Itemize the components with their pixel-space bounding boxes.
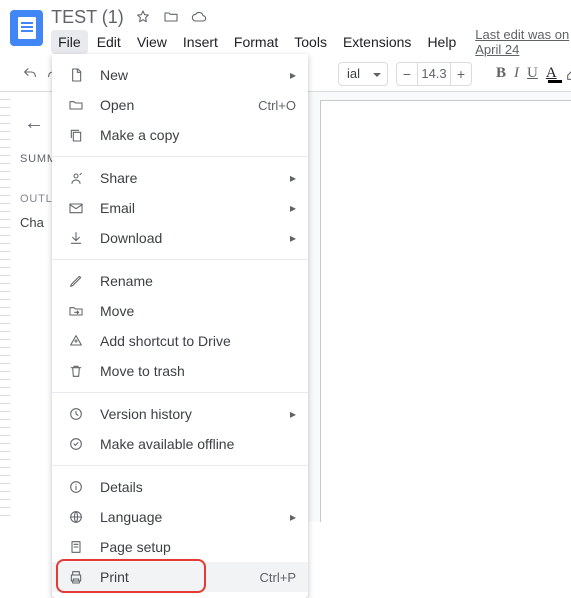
menu-bar: File Edit View Insert Format Tools Exten… <box>51 30 571 54</box>
font-size-decrease[interactable]: − <box>397 66 417 82</box>
submenu-arrow-icon: ▸ <box>290 171 296 185</box>
print-icon <box>66 567 86 587</box>
menu-label: Move to trash <box>100 363 296 379</box>
menu-label: Download <box>100 230 282 246</box>
menu-file[interactable]: File <box>51 30 88 54</box>
menu-view[interactable]: View <box>130 30 174 54</box>
drive-shortcut-icon <box>66 331 86 351</box>
summary-heading: SUMMARY <box>0 153 60 165</box>
menu-label: Make a copy <box>100 127 296 143</box>
globe-icon <box>66 507 86 527</box>
menu-item-offline[interactable]: Make available offline <box>52 429 308 459</box>
menu-label: Details <box>100 479 296 495</box>
docs-logo[interactable] <box>10 10 43 46</box>
undo-button[interactable] <box>22 62 38 86</box>
share-icon <box>66 168 86 188</box>
font-size-value[interactable]: 14.3 <box>417 63 451 85</box>
menu-item-rename[interactable]: Rename <box>52 266 308 296</box>
underline-button[interactable]: U <box>527 65 538 82</box>
menu-item-version-history[interactable]: Version history ▸ <box>52 399 308 429</box>
folder-open-icon <box>66 95 86 115</box>
menu-label: Share <box>100 170 282 186</box>
outline-panel: ← SUMMARY OUTLINE Cha <box>0 92 60 230</box>
menu-label: Language <box>100 509 282 525</box>
bold-button[interactable]: B <box>496 65 506 82</box>
submenu-arrow-icon: ▸ <box>290 231 296 245</box>
document-icon <box>66 65 86 85</box>
page-setup-icon <box>66 537 86 557</box>
menu-tools[interactable]: Tools <box>287 30 334 54</box>
font-size-control: − 14.3 + <box>396 62 472 86</box>
folder-move-icon <box>66 301 86 321</box>
outline-heading: OUTLINE <box>0 193 60 205</box>
menu-item-make-copy[interactable]: Make a copy <box>52 120 308 150</box>
menu-item-print[interactable]: Print Ctrl+P <box>52 562 308 592</box>
submenu-arrow-icon: ▸ <box>290 68 296 82</box>
menu-item-open[interactable]: Open Ctrl+O <box>52 90 308 120</box>
copy-icon <box>66 125 86 145</box>
menu-extensions[interactable]: Extensions <box>336 30 418 54</box>
download-icon <box>66 228 86 248</box>
menu-label: New <box>100 67 282 83</box>
move-folder-icon[interactable] <box>162 8 180 26</box>
menu-label: Open <box>100 97 258 113</box>
history-icon <box>66 404 86 424</box>
submenu-arrow-icon: ▸ <box>290 201 296 215</box>
menu-label: Email <box>100 200 282 216</box>
font-size-increase[interactable]: + <box>451 66 471 82</box>
menu-item-details[interactable]: Details <box>52 472 308 502</box>
menu-item-email[interactable]: Email ▸ <box>52 193 308 223</box>
pencil-icon <box>66 271 86 291</box>
menu-label: Page setup <box>100 539 296 555</box>
menu-label: Move <box>100 303 296 319</box>
menu-item-download[interactable]: Download ▸ <box>52 223 308 253</box>
highlight-color-button[interactable] <box>565 62 571 86</box>
font-family-select[interactable]: ial <box>338 62 388 86</box>
menu-label: Add shortcut to Drive <box>100 333 296 349</box>
menu-item-add-shortcut[interactable]: Add shortcut to Drive <box>52 326 308 356</box>
italic-button[interactable]: I <box>514 65 519 82</box>
text-color-button[interactable]: A <box>546 65 557 82</box>
trash-icon <box>66 361 86 381</box>
menu-label: Rename <box>100 273 296 289</box>
menu-label: Print <box>100 569 260 585</box>
menu-item-new[interactable]: New ▸ <box>52 60 308 90</box>
offline-icon <box>66 434 86 454</box>
menu-label: Make available offline <box>100 436 296 452</box>
star-icon[interactable] <box>134 8 152 26</box>
file-menu-dropdown: New ▸ Open Ctrl+O Make a copy Share ▸ Em… <box>52 54 308 598</box>
cloud-status-icon[interactable] <box>190 8 208 26</box>
menu-item-page-setup[interactable]: Page setup <box>52 532 308 562</box>
menu-help[interactable]: Help <box>420 30 463 54</box>
menu-item-language[interactable]: Language ▸ <box>52 502 308 532</box>
submenu-arrow-icon: ▸ <box>290 407 296 421</box>
menu-format[interactable]: Format <box>227 30 285 54</box>
shortcut-label: Ctrl+O <box>258 98 296 113</box>
last-edit-link[interactable]: Last edit was on April 24 <box>475 27 571 57</box>
menu-item-move-to-trash[interactable]: Move to trash <box>52 356 308 386</box>
shortcut-label: Ctrl+P <box>260 570 296 585</box>
menu-edit[interactable]: Edit <box>90 30 128 54</box>
menu-insert[interactable]: Insert <box>176 30 225 54</box>
menu-label: Version history <box>100 406 282 422</box>
outline-item[interactable]: Cha <box>0 215 60 230</box>
menu-item-share[interactable]: Share ▸ <box>52 163 308 193</box>
info-icon <box>66 477 86 497</box>
email-icon <box>66 198 86 218</box>
collapse-outline-icon[interactable]: ← <box>0 92 60 153</box>
document-page[interactable] <box>320 100 571 522</box>
document-title[interactable]: TEST (1) <box>51 7 124 28</box>
menu-item-move[interactable]: Move <box>52 296 308 326</box>
